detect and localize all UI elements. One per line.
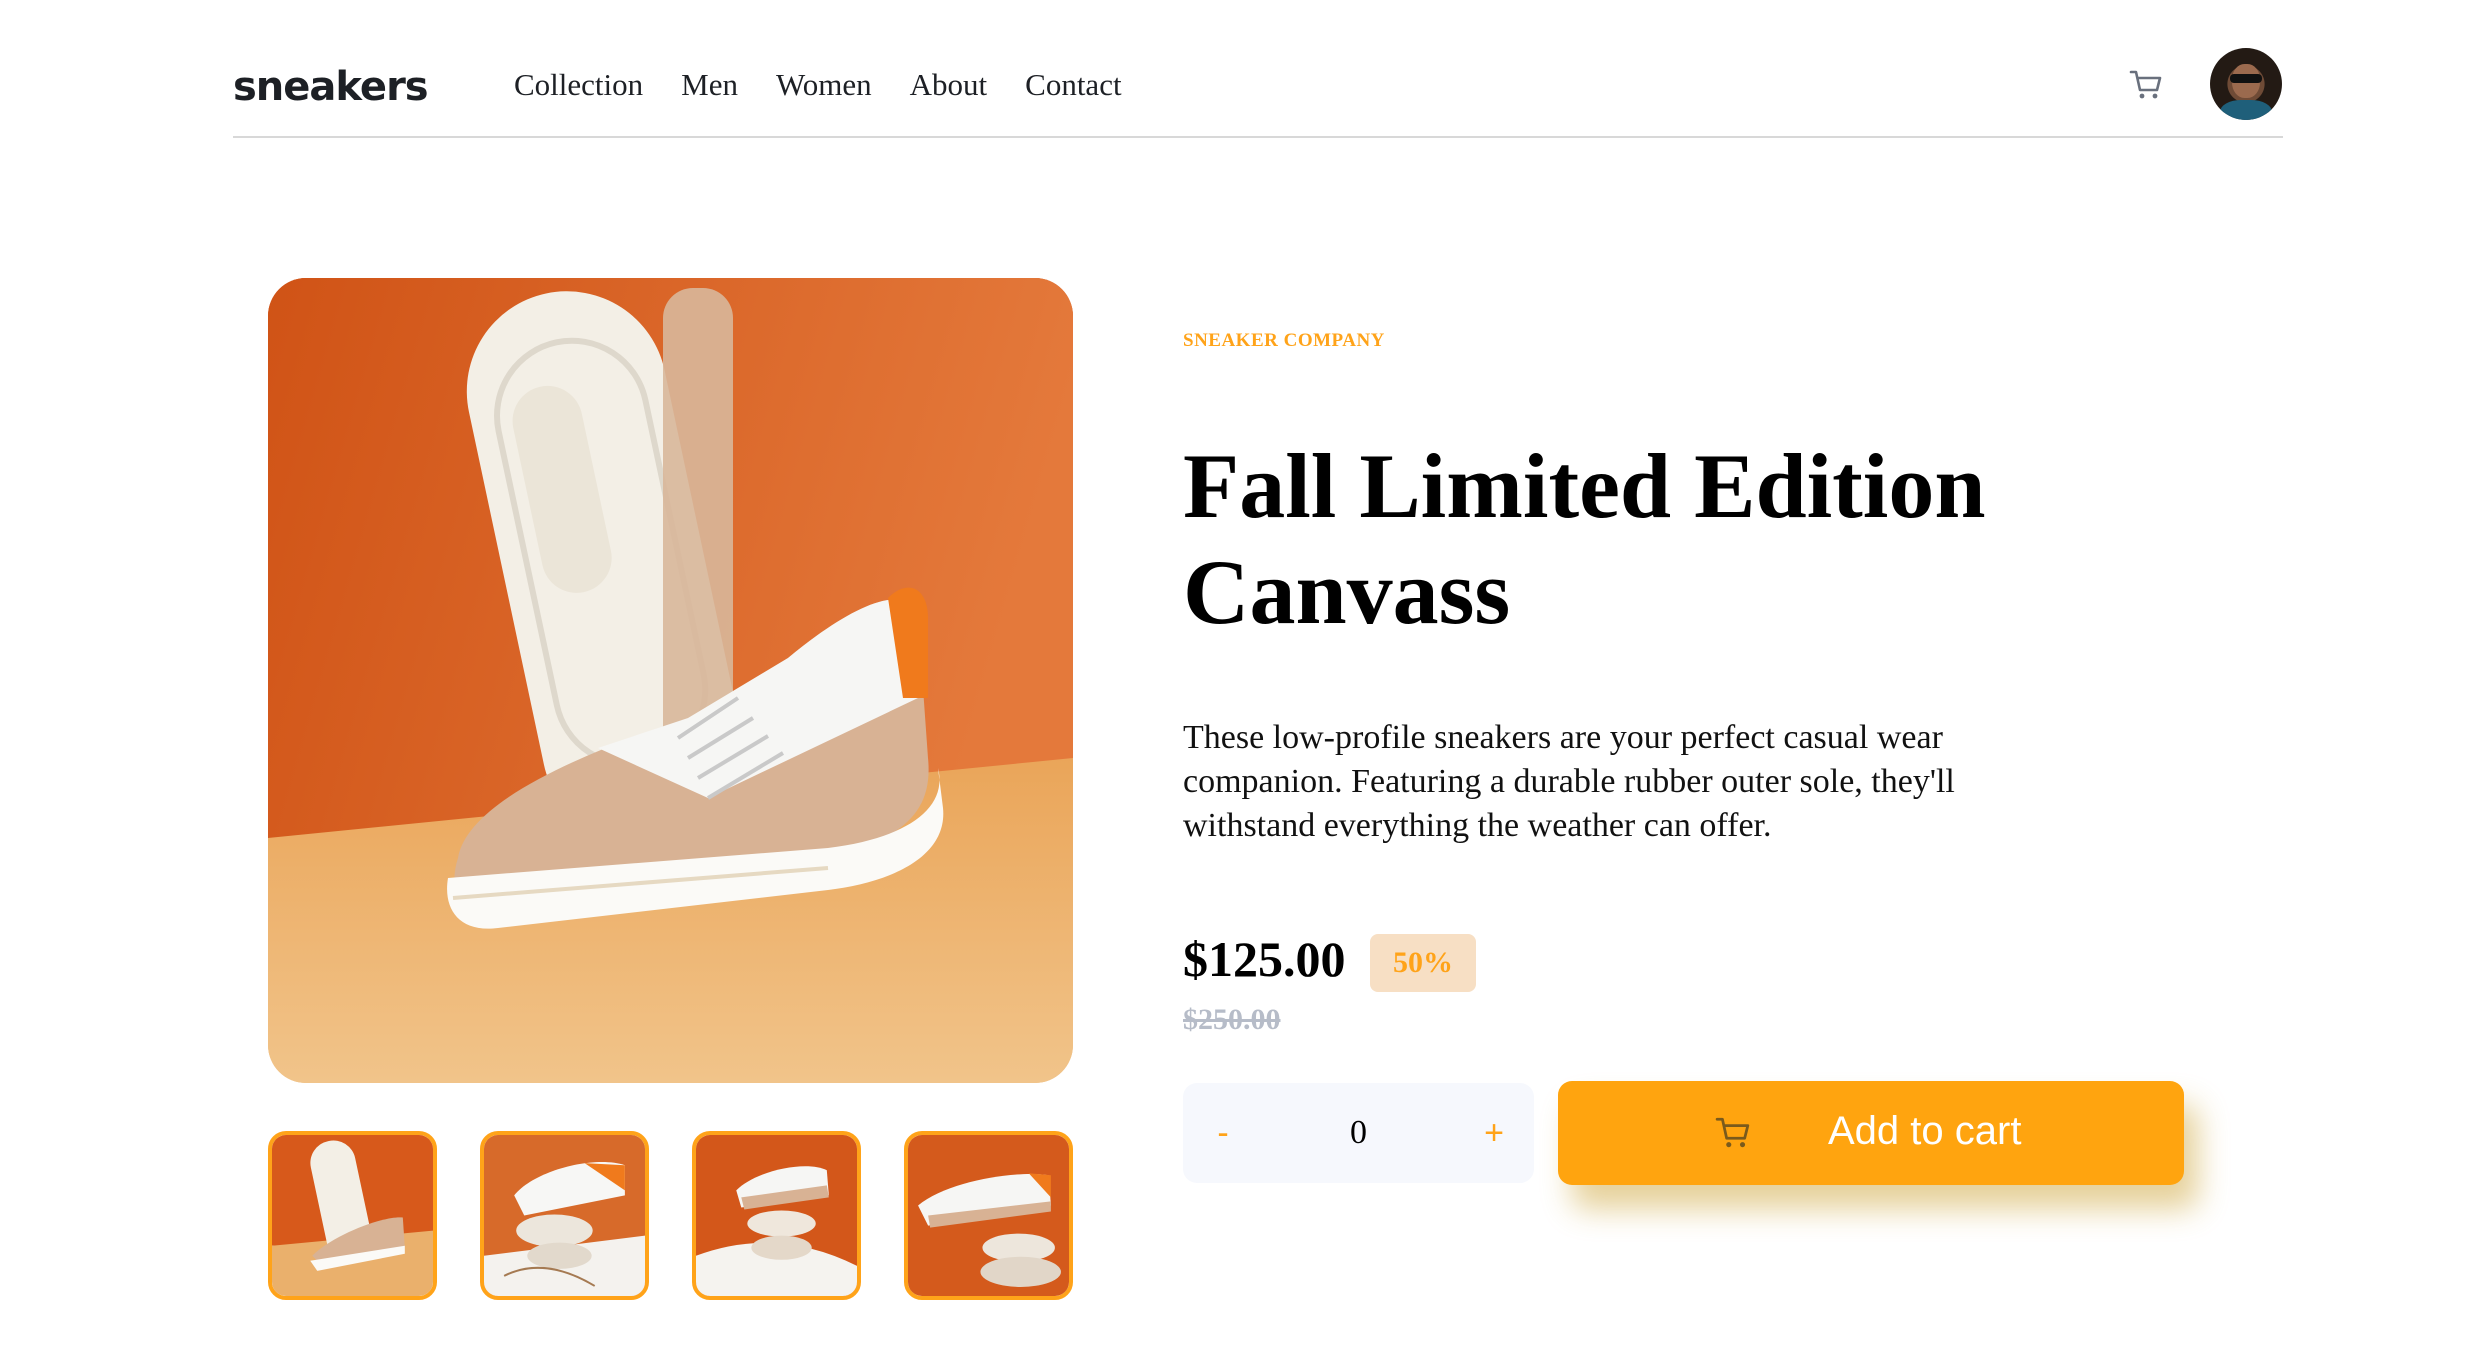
company-label: SNEAKER COMPANY [1183,330,1385,351]
quantity-stepper: - 0 + [1183,1083,1534,1183]
nav-link-men[interactable]: Men [681,67,738,103]
cart-icon [1715,1117,1750,1148]
thumbnail-2[interactable] [480,1131,649,1300]
thumbnail-4[interactable] [904,1131,1073,1300]
avatar[interactable] [2210,48,2282,120]
product-title: Fall Limited Edition Canvass [1183,435,1986,643]
thumbnail-1-image [272,1135,433,1296]
discount-badge: 50% [1370,934,1476,992]
sneaker-image [268,278,1073,1083]
nav-link-collection[interactable]: Collection [514,67,643,103]
thumbnail-3[interactable] [692,1131,861,1300]
cart-button[interactable] [2123,62,2169,108]
main-nav: Collection Men Women About Contact [514,67,1160,103]
avatar-sunglasses [2230,74,2262,83]
logo[interactable]: sneakers [233,64,429,110]
thumbnail-4-image [908,1135,1069,1296]
add-to-cart-button[interactable]: Add to cart [1558,1081,2184,1185]
current-price: $125.00 [1183,931,1346,987]
thumbnail-3-image [696,1135,857,1296]
nav-link-women[interactable]: Women [776,67,872,103]
add-to-cart-label: Add to cart [1828,1109,2022,1153]
thumbnail-1[interactable] [268,1131,437,1300]
decrease-quantity-button[interactable]: - [1183,1083,1263,1183]
product-main-image[interactable] [268,278,1073,1083]
cart-icon [2129,70,2162,99]
nav-link-contact[interactable]: Contact [1025,67,1121,103]
thumbnail-strip [268,1131,1116,1300]
product-description: These low-profile sneakers are your perf… [1183,719,1955,844]
site-header: sneakers Collection Men Women About Cont… [233,40,2283,138]
quantity-value: 0 [1350,1114,1367,1151]
thumbnail-2-image [484,1135,645,1296]
increase-quantity-button[interactable]: + [1454,1083,1534,1183]
nav-link-about[interactable]: About [910,67,988,103]
original-price: $250.00 [1183,1003,1281,1036]
avatar-shirt [2220,100,2272,120]
